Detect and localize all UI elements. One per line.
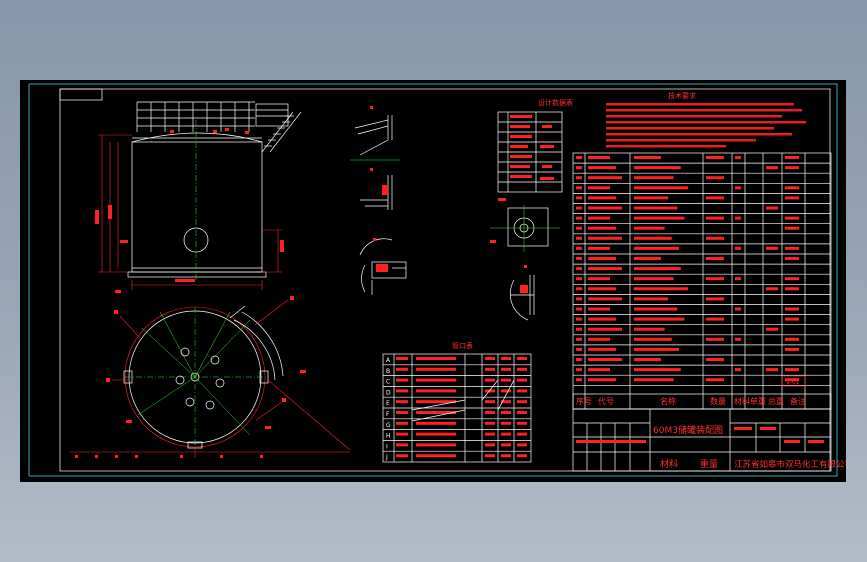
nozzle-letter: H — [386, 433, 391, 440]
bom-header-cell: 单重 — [750, 396, 766, 406]
drawing-title: 60M3储罐装配图 — [653, 424, 723, 436]
bottom-dim-ticks — [75, 455, 263, 458]
tech-requirements: 技术要求 — [606, 91, 806, 148]
radial-lines — [137, 311, 251, 436]
detail-views — [350, 106, 560, 321]
detail-weld — [359, 238, 407, 295]
nozzle-table-title: 管口表 — [452, 341, 473, 350]
detail-flange — [490, 198, 560, 252]
stairway — [255, 103, 302, 153]
plan-leaders — [112, 299, 351, 458]
bom-cell-text — [576, 156, 799, 382]
top-grid — [136, 101, 255, 132]
drawing-viewport[interactable]: 设计数据表 技术要求 序号 代号 名称 数量 材料 单重 总重 备注 V-01 … — [20, 80, 846, 482]
bom-header: 序号 代号 名称 数量 材料 单重 总重 备注 — [576, 396, 806, 406]
bom-header-cell: 代号 — [598, 396, 614, 406]
nozzle-letter: G — [386, 422, 391, 429]
bom-table: 序号 代号 名称 数量 材料 单重 总重 备注 V-01 — [572, 152, 832, 410]
nozzle-letter: D — [386, 389, 391, 396]
cad-drawing: 设计数据表 技术要求 序号 代号 名称 数量 材料 单重 总重 备注 V-01 … — [28, 83, 846, 477]
nozzle-letter: A — [386, 357, 391, 364]
tank-shell — [131, 141, 263, 273]
tech-requirements-title: 技术要求 — [668, 91, 696, 100]
nozzle-letters: ABCDEFGHIJ — [385, 357, 391, 461]
plan-labels — [106, 296, 306, 429]
nozzle-letter: I — [386, 443, 388, 450]
bom-header-cell: 数量 — [710, 396, 726, 406]
material-label: 材料 — [660, 458, 678, 470]
elevation-dimensions — [98, 134, 282, 290]
nozzle-table: 管口表 ABCDEFGHIJ — [382, 341, 532, 463]
corner-box — [59, 88, 103, 101]
nozzle-letter: E — [386, 400, 390, 407]
design-data-table: 设计数据表 — [497, 98, 573, 193]
bom-header-cell: 名称 — [660, 396, 676, 406]
detail-support — [360, 168, 393, 210]
bom-header-cell: 序号 — [576, 396, 592, 406]
company-name: 江苏省如皋市双马化工有限公司 — [734, 459, 846, 470]
weight-label: 重量 — [700, 458, 718, 470]
nozzle-letter: J — [385, 454, 388, 461]
bom-header-cell: 材料 — [734, 396, 750, 406]
detail-bracket — [350, 106, 400, 161]
design-data-title: 设计数据表 — [538, 98, 573, 107]
nozzle-letter: C — [386, 379, 390, 386]
bom-header-cell: 备注 — [790, 396, 806, 406]
bom-part-number: V-01 — [786, 379, 800, 386]
nozzle-letter: F — [386, 411, 390, 418]
nozzle-letter: B — [386, 368, 390, 375]
tank-elevation — [95, 101, 302, 293]
elevation-labels — [95, 205, 284, 293]
title-block: 60M3储罐装配图 材料 重量 江苏省如皋市双马化工有限公司 — [572, 408, 846, 472]
detail-nozzle — [509, 265, 535, 321]
bom-header-cell: 总重 — [768, 396, 784, 406]
tank-plan-view — [70, 296, 351, 458]
